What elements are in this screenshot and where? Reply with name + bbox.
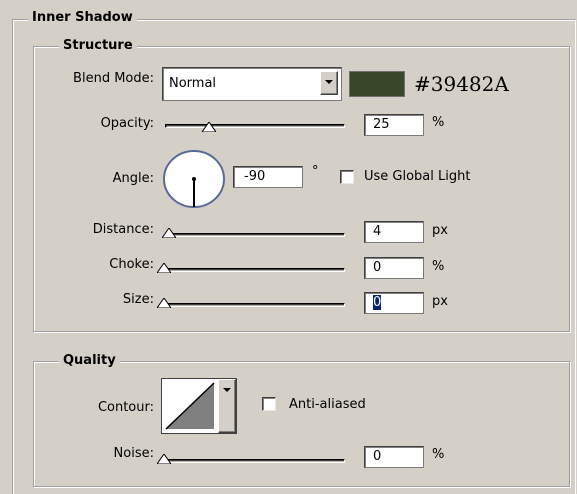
opacity-slider-track[interactable] (165, 124, 345, 128)
color-hex-label: #39482A (414, 72, 509, 96)
anti-aliased-label: Anti-aliased (289, 397, 366, 412)
distance-unit: px (432, 223, 448, 238)
angle-input[interactable]: -90 (233, 166, 303, 188)
noise-slider-thumb[interactable] (157, 454, 171, 464)
quality-group (33, 361, 570, 487)
choke-unit: % (432, 259, 445, 274)
noise-unit: % (432, 447, 445, 462)
distance-slider-thumb[interactable] (162, 228, 176, 238)
angle-dial[interactable] (161, 149, 227, 209)
distance-label: Distance: (92, 222, 154, 237)
opacity-unit: % (432, 115, 445, 130)
opacity-slider-thumb[interactable] (202, 122, 216, 132)
choke-label: Choke: (109, 257, 154, 272)
blend-mode-select[interactable]: Normal (162, 67, 342, 101)
blend-mode-label: Blend Mode: (73, 71, 154, 86)
size-input[interactable]: 0 (364, 292, 424, 314)
distance-input[interactable]: 4 (364, 221, 424, 243)
noise-slider-track[interactable] (160, 459, 345, 463)
distance-slider-track[interactable] (165, 233, 345, 237)
choke-slider-track[interactable] (160, 268, 345, 272)
angle-label: Angle: (112, 171, 154, 186)
contour-dropdown-button[interactable] (218, 379, 236, 433)
size-label: Size: (122, 292, 154, 307)
noise-input[interactable]: 0 (364, 446, 424, 468)
quality-title: Quality (59, 353, 120, 369)
contour-preview-icon (165, 382, 215, 430)
size-slider-track[interactable] (160, 303, 345, 307)
blend-mode-value: Normal (169, 76, 217, 91)
anti-aliased-checkbox[interactable] (262, 397, 276, 411)
structure-title: Structure (59, 38, 137, 54)
noise-label: Noise: (113, 446, 154, 461)
angle-unit: ° (312, 164, 319, 179)
shadow-color-swatch[interactable] (349, 71, 405, 97)
size-unit: px (432, 294, 448, 309)
opacity-input[interactable]: 25 (364, 114, 424, 136)
blend-mode-dropdown-button[interactable] (320, 71, 338, 95)
use-global-light-label: Use Global Light (364, 169, 471, 184)
use-global-light-checkbox[interactable] (340, 170, 354, 184)
choke-slider-thumb[interactable] (157, 263, 171, 273)
contour-label: Contour: (97, 400, 154, 415)
inner-shadow-title: Inner Shadow (28, 10, 137, 26)
size-value-selected: 0 (373, 295, 382, 310)
size-slider-thumb[interactable] (157, 298, 171, 308)
contour-picker[interactable] (161, 378, 237, 434)
opacity-label: Opacity: (100, 116, 154, 131)
choke-input[interactable]: 0 (364, 257, 424, 279)
